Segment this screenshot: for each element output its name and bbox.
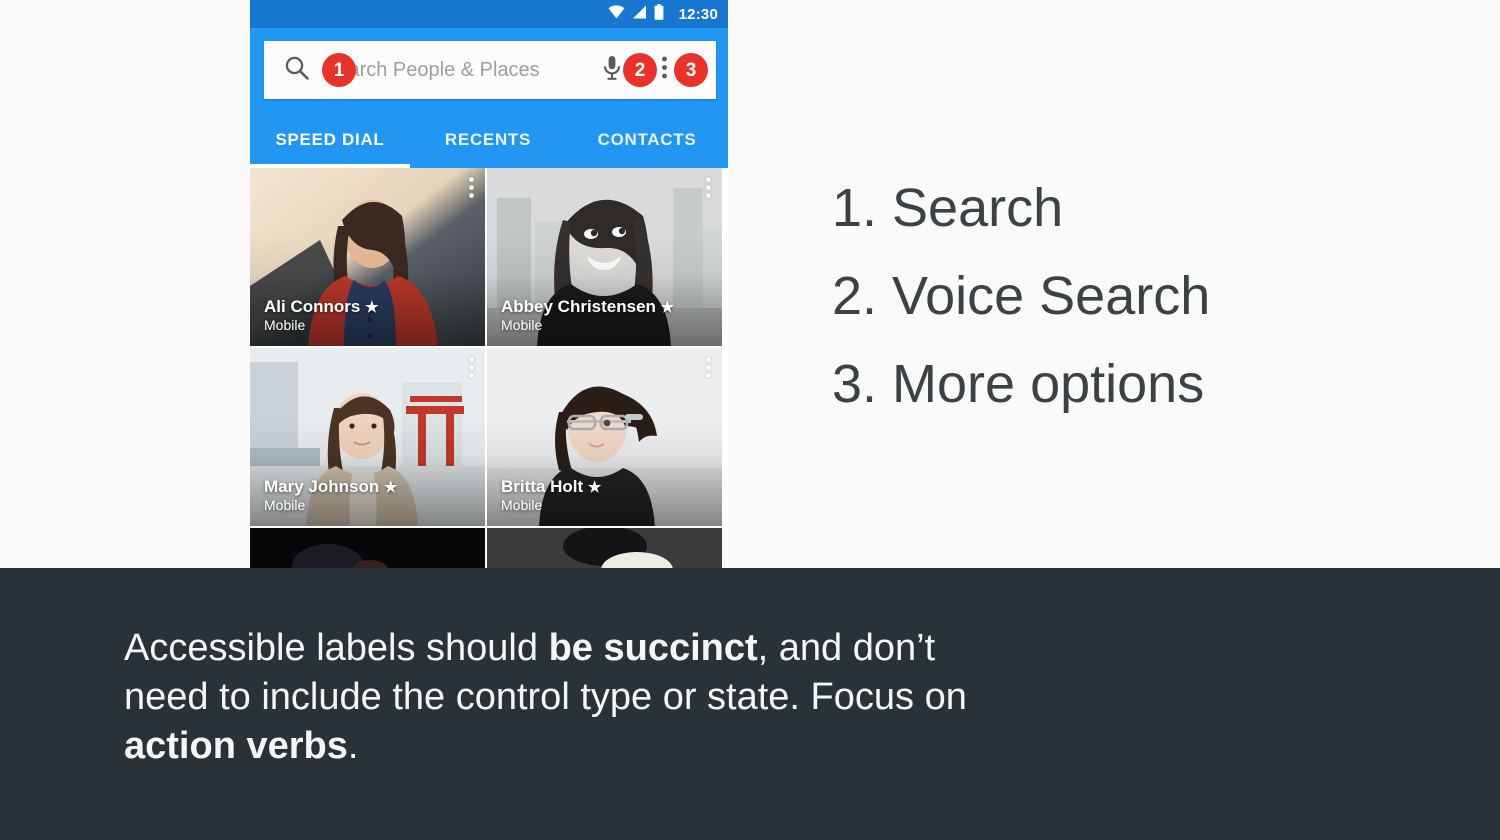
contact-card[interactable]: Abbey Christensen ★ Mobile — [487, 168, 724, 348]
more-vert-icon[interactable] — [706, 357, 711, 378]
microphone-icon[interactable] — [601, 54, 623, 87]
annotation-item-2: 2. Voice Search — [832, 266, 1211, 326]
battery-icon — [654, 3, 664, 25]
contact-photo — [250, 528, 485, 568]
tab-recents[interactable]: RECENTS — [410, 110, 566, 168]
search-bar-actions: 2 3 — [601, 53, 716, 87]
footer-banner: Accessible labels should be succinct, an… — [0, 568, 1500, 840]
more-vert-icon[interactable] — [469, 177, 474, 198]
footer-caption-bold1: be succinct — [548, 627, 758, 669]
contact-name-row: Britta Holt ★ — [501, 477, 601, 497]
cellular-signal-icon — [632, 5, 647, 24]
status-bar: 12:30 — [250, 0, 728, 28]
footer-caption-part1: Accessible labels should — [124, 627, 549, 669]
more-vert-icon[interactable] — [469, 357, 474, 378]
contact-subtitle: Mobile — [501, 317, 543, 334]
footer-caption-part3: . — [347, 725, 359, 767]
contact-subtitle: Mobile — [501, 497, 543, 514]
annotation-item-1: 1. Search — [832, 178, 1064, 238]
contact-name: Britta Holt — [501, 476, 584, 496]
footer-caption: Accessible labels should be succinct, an… — [124, 624, 984, 771]
speed-dial-grid: Ali Connors ★ Mobile Abbey Christensen ★… — [250, 168, 728, 568]
contact-label: Mary Johnson ★ Mobile — [264, 477, 397, 514]
contact-card[interactable] — [250, 528, 487, 568]
contact-label: Abbey Christensen ★ Mobile — [501, 297, 674, 334]
more-vert-icon[interactable] — [661, 55, 668, 85]
search-bar[interactable]: Search People & Places 2 3 1 — [264, 41, 716, 99]
annotation-item-3: 3. More options — [832, 354, 1205, 414]
contact-card[interactable]: Mary Johnson ★ Mobile — [250, 348, 487, 528]
contact-card[interactable]: Ali Connors ★ Mobile — [250, 168, 487, 348]
contact-label: Britta Holt ★ Mobile — [501, 477, 601, 514]
phone-mockup: 12:30 Search People & Places 2 3 1 SPEED… — [250, 0, 728, 568]
star-icon: ★ — [660, 298, 675, 316]
footer-caption-bold2: action verbs — [124, 725, 348, 767]
status-bar-clock: 12:30 — [678, 5, 718, 23]
annotation-badge-1: 1 — [322, 53, 356, 87]
status-bar-icons: 12:30 — [608, 3, 718, 25]
contact-card[interactable] — [487, 528, 724, 568]
contact-name-row: Mary Johnson ★ — [264, 477, 397, 497]
contact-name-row: Abbey Christensen ★ — [501, 297, 674, 317]
contact-name: Mary Johnson — [264, 476, 380, 496]
contact-subtitle: Mobile — [264, 317, 306, 334]
contact-card[interactable]: Britta Holt ★ Mobile — [487, 348, 724, 528]
star-icon: ★ — [365, 298, 379, 316]
contact-label: Ali Connors ★ Mobile — [264, 297, 379, 334]
contact-photo — [487, 528, 722, 568]
tab-bar: SPEED DIAL RECENTS CONTACTS — [250, 110, 728, 168]
search-input-placeholder[interactable]: Search People & Places — [324, 59, 601, 82]
contact-name: Abbey Christensen — [501, 296, 656, 316]
app-bar: Search People & Places 2 3 1 SPEED DIAL … — [250, 28, 728, 168]
search-icon[interactable] — [284, 55, 310, 86]
contact-name: Ali Connors — [264, 296, 361, 316]
annotation-list: 1. Search 2. Voice Search 3. More option… — [832, 164, 1392, 428]
annotation-badge-3: 3 — [674, 53, 708, 87]
tab-speed-dial[interactable]: SPEED DIAL — [250, 110, 410, 168]
wifi-icon — [608, 4, 625, 24]
contact-subtitle: Mobile — [264, 497, 306, 514]
annotation-badge-2: 2 — [623, 53, 657, 87]
tab-contacts[interactable]: CONTACTS — [566, 110, 728, 168]
star-icon: ★ — [587, 478, 602, 496]
contact-name-row: Ali Connors ★ — [264, 297, 379, 317]
star-icon: ★ — [383, 478, 398, 496]
more-vert-icon[interactable] — [706, 177, 711, 198]
